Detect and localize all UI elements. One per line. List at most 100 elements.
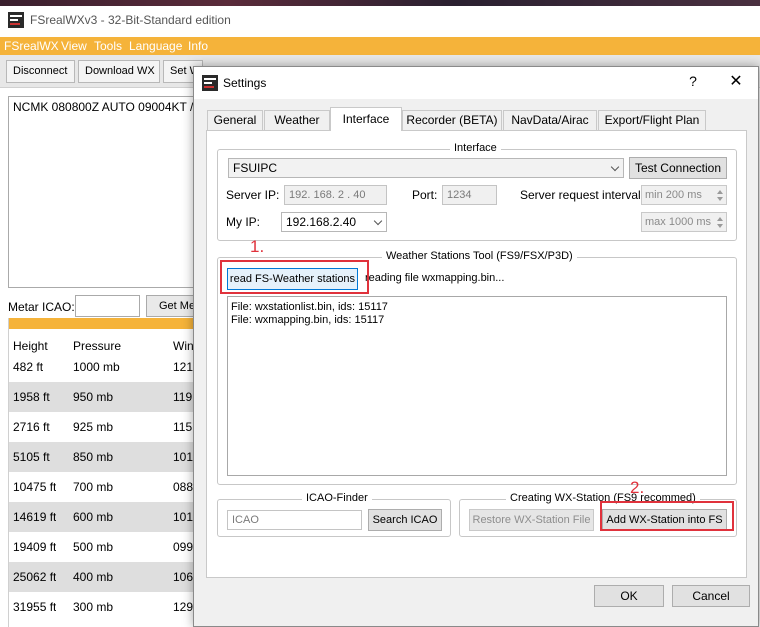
highlight-box-1: [220, 260, 369, 294]
annotation-mark-1: 1.: [250, 237, 265, 256]
cell-height: 5105 ft: [13, 450, 50, 464]
tab-export-flight-plan[interactable]: Export/Flight Plan: [598, 110, 706, 130]
main-menubar: FSrealWX View Tools Language Info: [0, 37, 760, 55]
table-row[interactable]: 5105 ft 850 mb 101: [9, 442, 198, 472]
table-row[interactable]: 1958 ft 950 mb 119: [9, 382, 198, 412]
chevron-down-icon: [373, 216, 383, 226]
cell-wind: 106: [173, 570, 194, 584]
interface-mode-select[interactable]: FSUIPC: [228, 158, 624, 178]
settings-dialog: Settings ? ✕ General Weather Interface R…: [193, 66, 759, 627]
table-row[interactable]: 2716 ft 925 mb 115: [9, 412, 198, 442]
port-input[interactable]: 1234: [442, 185, 497, 205]
cell-pressure: 925 mb: [73, 420, 114, 434]
help-icon[interactable]: ?: [684, 73, 702, 89]
my-ip-value: 192.168.2.40: [286, 215, 357, 229]
server-ip-input[interactable]: 192. 168. 2 . 40: [284, 185, 387, 205]
tab-navdata[interactable]: NavData/Airac: [503, 110, 597, 130]
table-row[interactable]: 25062 ft 400 mb 106: [9, 562, 198, 592]
disconnect-button[interactable]: Disconnect: [6, 60, 75, 83]
spin-up-icon[interactable]: [717, 217, 723, 221]
restore-wx-station-button[interactable]: Restore WX-Station File: [469, 509, 594, 531]
spin-down-icon[interactable]: [717, 197, 723, 201]
log-line: File: wxstationlist.bin, ids: 15117: [231, 301, 388, 313]
cell-wind: 129: [173, 600, 194, 614]
cell-pressure: 400 mb: [73, 570, 114, 584]
metar-icao-input[interactable]: [75, 295, 140, 317]
cell-pressure: 850 mb: [73, 450, 114, 464]
cell-height: 1958 ft: [13, 390, 50, 404]
interface-group-title: Interface: [450, 142, 501, 154]
chevron-down-icon: [610, 162, 620, 172]
cell-pressure: 300 mb: [73, 600, 114, 614]
min-interval-spinner[interactable]: min 200 ms: [641, 185, 727, 205]
app-icon: [8, 12, 24, 28]
cell-wind: 121: [173, 360, 194, 374]
log-line: File: wxmapping.bin, ids: 15117: [231, 314, 385, 326]
cell-pressure: 1000 mb: [73, 360, 120, 374]
table-row[interactable]: 19409 ft 500 mb 099: [9, 532, 198, 562]
menu-fsrealwx[interactable]: FSrealWX: [4, 39, 59, 53]
cancel-button[interactable]: Cancel: [672, 585, 750, 607]
cell-height: 19409 ft: [13, 540, 57, 554]
dialog-title: Settings: [223, 76, 267, 90]
main-window-title: FSrealWXv3 - 32-Bit-Standard edition: [30, 13, 231, 27]
max-interval-value: max 1000 ms: [645, 216, 712, 228]
max-interval-spinner[interactable]: max 1000 ms: [641, 212, 727, 232]
icao-finder-group: ICAO-Finder ICAO Search ICAO: [217, 492, 451, 537]
weather-stations-group-title: Weather Stations Tool (FS9/FSX/P3D): [382, 250, 577, 262]
menu-language[interactable]: Language: [129, 39, 182, 53]
highlight-box-2: [600, 501, 734, 531]
main-titlebar: FSrealWXv3 - 32-Bit-Standard edition: [0, 0, 760, 37]
table-row[interactable]: 31955 ft 300 mb 129: [9, 592, 198, 622]
weather-layers-table: Height Pressure Win 482 ft 1000 mb 121 1…: [8, 318, 198, 627]
annotation-mark-2: 2.: [630, 478, 645, 497]
menu-view[interactable]: View: [61, 39, 87, 53]
table-row[interactable]: 14619 ft 600 mb 101: [9, 502, 198, 532]
tab-interface[interactable]: Interface: [330, 107, 402, 131]
icao-finder-group-title: ICAO-Finder: [302, 492, 372, 504]
cell-height: 2716 ft: [13, 420, 50, 434]
cell-wind: 101: [173, 450, 194, 464]
icao-search-input[interactable]: ICAO: [227, 510, 362, 530]
cell-pressure: 700 mb: [73, 480, 114, 494]
tab-recorder[interactable]: Recorder (BETA): [402, 110, 502, 130]
cell-wind: 088: [173, 480, 194, 494]
desktop-strip: [0, 0, 760, 6]
port-label: Port:: [412, 188, 438, 202]
cell-height: 31955 ft: [13, 600, 57, 614]
menu-info[interactable]: Info: [188, 39, 208, 53]
cell-pressure: 950 mb: [73, 390, 114, 404]
cell-height: 25062 ft: [13, 570, 57, 584]
ok-button[interactable]: OK: [594, 585, 664, 607]
spin-down-icon[interactable]: [717, 224, 723, 228]
cell-pressure: 500 mb: [73, 540, 114, 554]
test-connection-button[interactable]: Test Connection: [629, 157, 727, 179]
spin-up-icon[interactable]: [717, 190, 723, 194]
cell-height: 10475 ft: [13, 480, 57, 494]
my-ip-label: My IP:: [226, 215, 261, 229]
min-interval-value: min 200 ms: [645, 189, 702, 201]
table-row[interactable]: 10475 ft 700 mb 088: [9, 472, 198, 502]
dialog-titlebar: Settings ? ✕: [194, 67, 758, 99]
metar-icao-label: Metar ICAO:: [8, 300, 75, 314]
cell-pressure: 600 mb: [73, 510, 114, 524]
tab-weather[interactable]: Weather: [264, 110, 330, 130]
my-ip-select[interactable]: 192.168.2.40: [281, 212, 387, 232]
cell-wind: 115: [173, 420, 193, 434]
download-wx-button[interactable]: Download WX: [78, 60, 160, 83]
search-icao-button[interactable]: Search ICAO: [368, 509, 442, 531]
app-icon: [202, 75, 218, 91]
cell-wind: 101: [173, 510, 194, 524]
cell-wind: 119: [173, 390, 193, 404]
close-icon[interactable]: ✕: [726, 71, 746, 91]
reading-status-text: reading file wxmapping.bin...: [365, 272, 505, 284]
cell-height: 482 ft: [13, 360, 44, 374]
station-log-area[interactable]: File: wxstationlist.bin, ids: 15117 File…: [227, 296, 727, 476]
table-row[interactable]: 482 ft 1000 mb 121: [9, 352, 198, 382]
cell-wind: 099: [173, 540, 194, 554]
tab-general[interactable]: General: [207, 110, 263, 130]
table-accent-bar: [9, 318, 198, 329]
menu-tools[interactable]: Tools: [94, 39, 122, 53]
cell-height: 14619 ft: [13, 510, 57, 524]
interface-group: Interface FSUIPC Test Connection Server …: [217, 142, 737, 241]
